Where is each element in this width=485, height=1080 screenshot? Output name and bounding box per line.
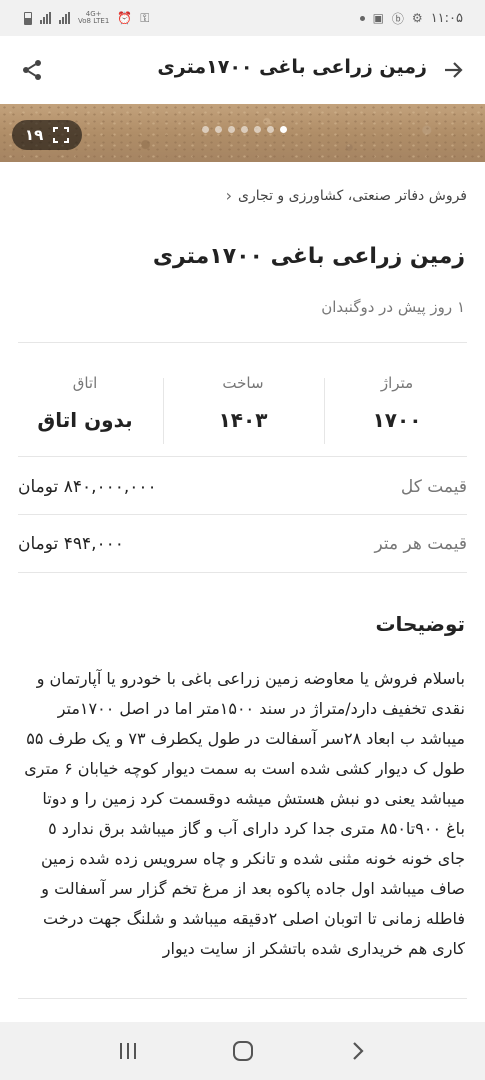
signal-icon-2 bbox=[59, 12, 70, 24]
b-icon: ⓑ bbox=[391, 11, 404, 26]
pagination-dot bbox=[254, 126, 261, 133]
price-total-value: ۸۴۰,۰۰۰,۰۰۰ تومان bbox=[18, 477, 157, 497]
price-per-meter-row: قیمت هر متر ۴۹۴,۰۰۰ تومان bbox=[18, 516, 467, 572]
price-per-meter-value: ۴۹۴,۰۰۰ تومان bbox=[18, 534, 124, 554]
description-title: توضیحات bbox=[375, 612, 465, 636]
network-type: 4G+ Vo8 LTE1 bbox=[78, 10, 110, 25]
app-bar: زمین زراعی باغی ۱۷۰۰متری bbox=[0, 36, 485, 104]
back-chevron-icon[interactable] bbox=[338, 1031, 378, 1071]
price-total-row: قیمت کل ۸۴۰,۰۰۰,۰۰۰ تومان bbox=[18, 459, 467, 515]
status-left: 4G+ Vo8 LTE1 ⏰ ⚿ bbox=[24, 11, 149, 26]
fullscreen-icon bbox=[53, 127, 70, 143]
divider bbox=[18, 342, 467, 343]
recent-apps-icon[interactable] bbox=[108, 1031, 148, 1071]
spec-rooms-label: اتاق bbox=[72, 374, 98, 392]
app-bar-title: زمین زراعی باغی ۱۷۰۰متری bbox=[157, 56, 427, 78]
breadcrumb-label: فروش دفاتر صنعتی، کشاورزی و تجاری bbox=[238, 187, 467, 204]
listing-photo[interactable]: ۱۹ bbox=[0, 104, 485, 162]
spec-divider bbox=[324, 378, 325, 444]
signal-icon bbox=[40, 12, 51, 24]
price-total-label: قیمت کل bbox=[400, 477, 467, 497]
listing-title: زمین زراعی باغی ۱۷۰۰متری bbox=[152, 244, 465, 269]
spec-area: متراژ ۱۷۰۰ bbox=[327, 370, 467, 432]
photo-count-badge[interactable]: ۱۹ bbox=[12, 120, 82, 150]
pagination-dot bbox=[280, 126, 287, 133]
pagination-dot bbox=[241, 126, 248, 133]
settings-icon: ⚙ bbox=[411, 11, 423, 25]
spec-area-label: متراژ bbox=[380, 374, 414, 392]
status-bar: 4G+ Vo8 LTE1 ⏰ ⚿ ▣ ⓑ ⚙ ۱۱:۰۵ bbox=[0, 0, 485, 36]
pagination-dot bbox=[215, 126, 222, 133]
breadcrumb[interactable]: فروش دفاتر صنعتی، کشاورزی و تجاری ‹ bbox=[226, 186, 467, 205]
divider bbox=[18, 456, 467, 457]
spec-area-value: ۱۷۰۰ bbox=[372, 408, 422, 432]
divider bbox=[18, 998, 467, 999]
spec-year-label: ساخت bbox=[222, 374, 264, 392]
key-icon: ⚿ bbox=[140, 10, 150, 25]
spec-divider bbox=[163, 378, 164, 444]
status-right: ▣ ⓑ ⚙ ۱۱:۰۵ bbox=[359, 10, 463, 27]
alarm-icon: ⏰ bbox=[117, 11, 133, 25]
divider bbox=[18, 572, 467, 573]
image-icon: ▣ bbox=[372, 11, 384, 25]
spec-year: ساخت ۱۴۰۳ bbox=[173, 370, 313, 432]
home-icon[interactable] bbox=[223, 1031, 263, 1071]
price-per-meter-label: قیمت هر متر bbox=[374, 534, 467, 554]
pagination-dot bbox=[202, 126, 209, 133]
back-arrow-icon[interactable] bbox=[441, 58, 465, 82]
share-icon[interactable] bbox=[20, 58, 44, 82]
gallery-pagination bbox=[202, 126, 287, 133]
spec-rooms-value: بدون اتاق bbox=[37, 408, 133, 432]
specs-table: متراژ ۱۷۰۰ ساخت ۱۴۰۳ اتاق بدون اتاق bbox=[0, 370, 485, 452]
divider bbox=[18, 514, 467, 515]
clock: ۱۱:۰۵ bbox=[430, 10, 463, 26]
pagination-dot bbox=[267, 126, 274, 133]
listing-meta: ۱ روز پیش در دوگنبدان bbox=[321, 298, 465, 316]
description-text: باسلام فروش یا معاوضه زمین زراعی باغی با… bbox=[24, 669, 465, 958]
chevron-left-icon: ‹ bbox=[225, 186, 233, 205]
spec-rooms: اتاق بدون اتاق bbox=[15, 370, 155, 432]
pagination-dot bbox=[228, 126, 235, 133]
battery-icon bbox=[24, 11, 32, 25]
system-navigation-bar bbox=[0, 1022, 485, 1080]
photo-count: ۱۹ bbox=[24, 126, 44, 144]
spec-year-value: ۱۴۰۳ bbox=[218, 408, 268, 432]
notification-dot-icon bbox=[359, 15, 365, 21]
